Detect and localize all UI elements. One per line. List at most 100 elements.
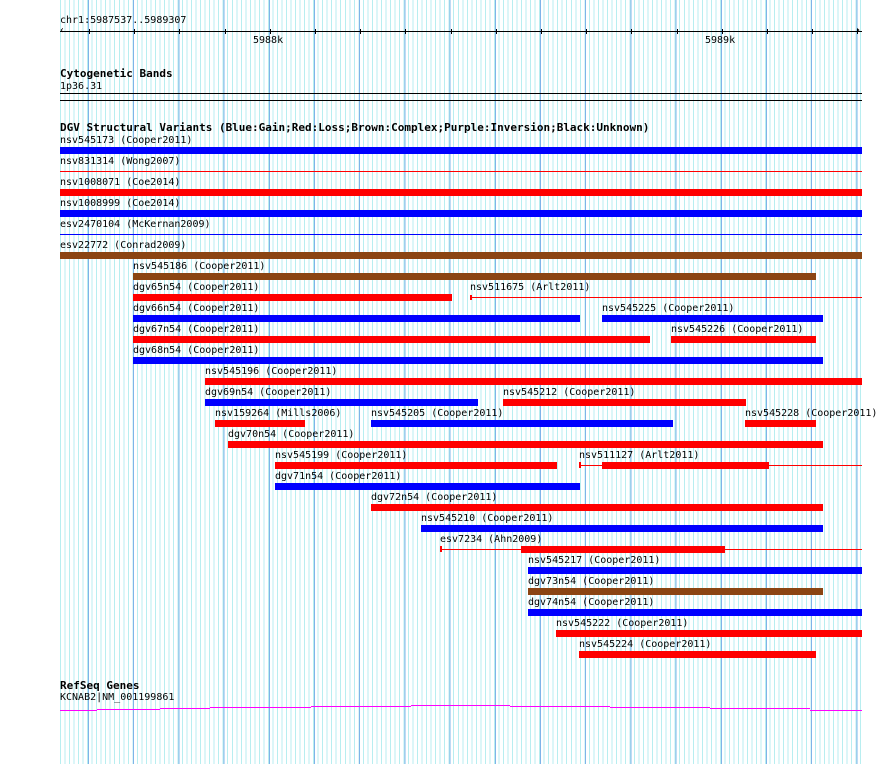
feature-bar[interactable] bbox=[602, 315, 823, 322]
feature-label[interactable]: nsv511127 (Arlt2011) bbox=[579, 450, 699, 461]
ruler-tick bbox=[812, 29, 813, 34]
feature-bar[interactable] bbox=[602, 462, 769, 469]
ruler-tick bbox=[225, 29, 226, 34]
feature-bar[interactable] bbox=[133, 336, 650, 343]
dgv-track-title[interactable]: DGV Structural Variants (Blue:Gain;Red:L… bbox=[60, 121, 649, 134]
feature-bar[interactable] bbox=[371, 420, 673, 427]
feature-label[interactable]: dgv74n54 (Cooper2011) bbox=[528, 597, 654, 608]
ruler-tick bbox=[586, 29, 587, 34]
gene-segment bbox=[311, 706, 411, 707]
feature-bar[interactable] bbox=[521, 546, 725, 553]
feature-label[interactable]: nsv545186 (Cooper2011) bbox=[133, 261, 265, 272]
gene-segment bbox=[710, 708, 810, 709]
tick-label-5989k: 5989k bbox=[705, 35, 736, 46]
feature-label[interactable]: nsv545217 (Cooper2011) bbox=[528, 555, 660, 566]
genome-browser: chr1:5987537..5989307 ‹ › 5988k 5989k Cy… bbox=[0, 0, 890, 764]
feature-label[interactable]: nsv1008999 (Coe2014) bbox=[60, 198, 180, 209]
feature-bar[interactable] bbox=[60, 171, 862, 172]
feature-label[interactable]: esv2470104 (McKernan2009) bbox=[60, 219, 211, 230]
cytoband-line bbox=[60, 93, 862, 94]
gene-segment bbox=[60, 710, 97, 711]
cytoband-label[interactable]: 1p36.31 bbox=[60, 81, 102, 92]
gene-segment bbox=[510, 706, 610, 707]
feature-bar[interactable] bbox=[421, 525, 823, 532]
feature-label[interactable]: nsv545173 (Cooper2011) bbox=[60, 135, 192, 146]
gene-segment bbox=[97, 709, 160, 710]
refseq-track-title[interactable]: RefSeq Genes bbox=[60, 679, 139, 692]
feature-label[interactable]: esv7234 (Ahn2009) bbox=[440, 534, 542, 545]
gene-segment bbox=[411, 705, 510, 706]
feature-bar[interactable] bbox=[371, 504, 823, 511]
ruler-tick bbox=[541, 29, 542, 34]
feature-label[interactable]: dgv72n54 (Cooper2011) bbox=[371, 492, 497, 503]
feature-bar[interactable] bbox=[133, 294, 452, 301]
feature-label[interactable]: nsv545226 (Cooper2011) bbox=[671, 324, 803, 335]
feature-start-tick bbox=[470, 295, 472, 300]
feature-label[interactable]: dgv73n54 (Cooper2011) bbox=[528, 576, 654, 587]
tick-label-5988k: 5988k bbox=[253, 35, 284, 46]
feature-start-tick bbox=[579, 462, 581, 468]
feature-label[interactable]: nsv545225 (Cooper2011) bbox=[602, 303, 734, 314]
feature-start-tick bbox=[440, 546, 442, 552]
feature-bar[interactable] bbox=[503, 399, 746, 406]
feature-label[interactable]: nsv545228 (Cooper2011) bbox=[745, 408, 877, 419]
feature-bar[interactable] bbox=[470, 297, 862, 298]
ruler-tick bbox=[89, 29, 90, 34]
feature-bar[interactable] bbox=[275, 483, 580, 490]
feature-bar[interactable] bbox=[528, 588, 823, 595]
cytoband-track-title[interactable]: Cytogenetic Bands bbox=[60, 67, 173, 80]
ruler-left-arrow-icon[interactable]: ‹ bbox=[59, 25, 65, 36]
feature-bar[interactable] bbox=[60, 147, 862, 154]
feature-bar[interactable] bbox=[215, 420, 305, 427]
feature-label[interactable]: dgv68n54 (Cooper2011) bbox=[133, 345, 259, 356]
ruler-tick bbox=[270, 29, 271, 34]
feature-bar[interactable] bbox=[205, 378, 862, 385]
ruler-tick bbox=[496, 29, 497, 34]
feature-label[interactable]: dgv71n54 (Cooper2011) bbox=[275, 471, 401, 482]
feature-bar[interactable] bbox=[745, 420, 816, 427]
gene-segment bbox=[210, 707, 311, 708]
feature-bar[interactable] bbox=[528, 609, 862, 616]
ruler-tick bbox=[405, 29, 406, 34]
feature-label[interactable]: nsv545196 (Cooper2011) bbox=[205, 366, 337, 377]
feature-bar[interactable] bbox=[228, 441, 823, 448]
feature-label[interactable]: dgv67n54 (Cooper2011) bbox=[133, 324, 259, 335]
feature-label[interactable]: nsv831314 (Wong2007) bbox=[60, 156, 180, 167]
feature-label[interactable]: dgv66n54 (Cooper2011) bbox=[133, 303, 259, 314]
feature-label[interactable]: dgv65n54 (Cooper2011) bbox=[133, 282, 259, 293]
feature-label[interactable]: nsv545222 (Cooper2011) bbox=[556, 618, 688, 629]
feature-label[interactable]: dgv69n54 (Cooper2011) bbox=[205, 387, 331, 398]
ruler-tick bbox=[315, 29, 316, 34]
feature-bar[interactable] bbox=[133, 357, 823, 364]
feature-bar[interactable] bbox=[133, 315, 580, 322]
feature-label[interactable]: dgv70n54 (Cooper2011) bbox=[228, 429, 354, 440]
gene-label[interactable]: KCNAB2|NM_001199861 bbox=[60, 692, 174, 703]
ruler-range: chr1:5987537..5989307 bbox=[60, 15, 187, 26]
feature-label[interactable]: nsv545205 (Cooper2011) bbox=[371, 408, 503, 419]
feature-bar[interactable] bbox=[60, 234, 862, 235]
ruler-tick bbox=[134, 29, 135, 34]
feature-bar[interactable] bbox=[556, 630, 862, 637]
feature-bar[interactable] bbox=[671, 336, 816, 343]
feature-label[interactable]: esv22772 (Conrad2009) bbox=[60, 240, 186, 251]
gene-segment bbox=[160, 708, 210, 709]
feature-bar[interactable] bbox=[60, 252, 862, 259]
feature-label[interactable]: nsv159264 (Mills2006) bbox=[215, 408, 341, 419]
ruler-right-arrow-icon[interactable]: › bbox=[855, 25, 861, 36]
ruler-tick bbox=[451, 29, 452, 34]
feature-bar[interactable] bbox=[205, 399, 478, 406]
feature-bar[interactable] bbox=[275, 462, 557, 469]
feature-bar[interactable] bbox=[60, 189, 862, 196]
gene-segment bbox=[610, 707, 710, 708]
feature-label[interactable]: nsv545199 (Cooper2011) bbox=[275, 450, 407, 461]
feature-bar[interactable] bbox=[528, 567, 862, 574]
feature-label[interactable]: nsv545210 (Cooper2011) bbox=[421, 513, 553, 524]
feature-label[interactable]: nsv545212 (Cooper2011) bbox=[503, 387, 635, 398]
feature-label[interactable]: nsv511675 (Arlt2011) bbox=[470, 282, 590, 293]
feature-label[interactable]: nsv1008071 (Coe2014) bbox=[60, 177, 180, 188]
feature-bar[interactable] bbox=[133, 273, 816, 280]
feature-label[interactable]: nsv545224 (Cooper2011) bbox=[579, 639, 711, 650]
gene-segment bbox=[810, 710, 862, 711]
feature-bar[interactable] bbox=[579, 651, 816, 658]
feature-bar[interactable] bbox=[60, 210, 862, 217]
